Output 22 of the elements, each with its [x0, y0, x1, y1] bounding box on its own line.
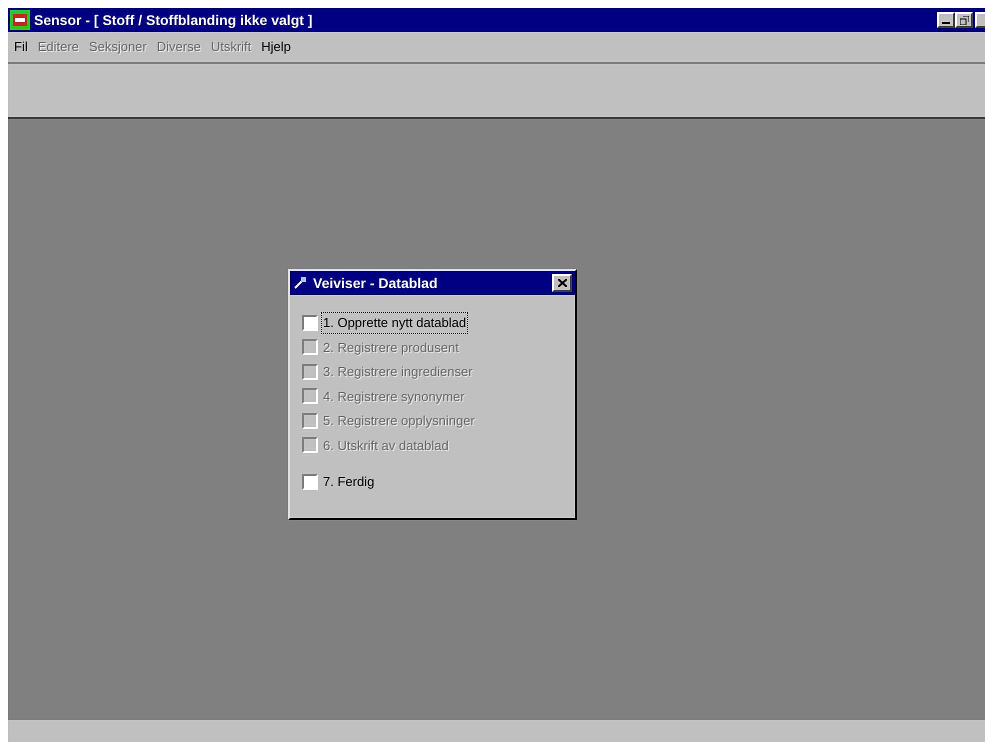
- restore-button[interactable]: [955, 12, 973, 28]
- checkbox[interactable]: [302, 474, 318, 490]
- app-icon: [10, 10, 30, 30]
- menu-item[interactable]: Hjelp: [261, 37, 291, 57]
- checkbox[interactable]: [302, 314, 318, 331]
- step-label: 6. Utskrift av datablad: [322, 436, 450, 454]
- step-label: 2. Registrere produsent: [322, 338, 460, 357]
- step-label: 1. Opprette nytt datablad: [322, 313, 468, 332]
- dialog-title: Veiviser - Datablad: [313, 274, 438, 292]
- minimize-icon: [942, 22, 950, 24]
- window-title: Sensor - [ Stoff / Stoffblanding ikke valgt ]: [34, 10, 312, 30]
- step-label: 7. Ferdig: [322, 473, 376, 491]
- close-icon: [558, 279, 566, 287]
- step-label: 5. Registrere opplysninger: [322, 412, 476, 430]
- wand-icon: [293, 276, 307, 290]
- minimize-button[interactable]: [937, 12, 955, 28]
- close-button[interactable]: [975, 12, 985, 28]
- restore-icon: [960, 16, 968, 24]
- step-label: 4. Registrere synonymer: [322, 388, 466, 406]
- step-label: 3. Registrere ingredienser: [322, 363, 474, 381]
- menu-item[interactable]: Fil: [14, 37, 28, 57]
- close-button[interactable]: [552, 274, 572, 292]
